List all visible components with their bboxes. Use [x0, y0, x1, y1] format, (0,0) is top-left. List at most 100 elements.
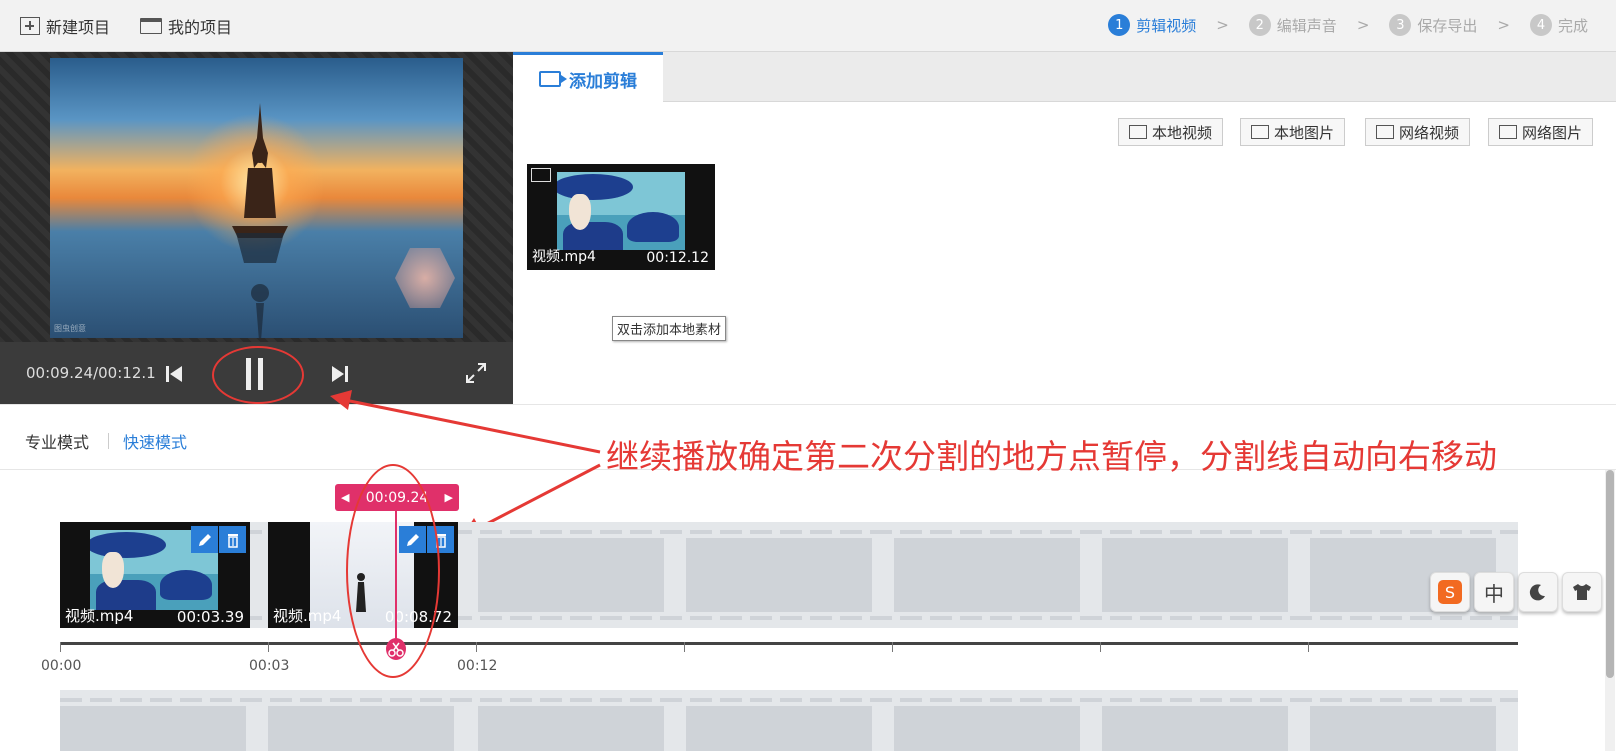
video-download-icon: [1376, 125, 1394, 139]
empty-slot: [478, 706, 664, 751]
step-progress: 1 剪辑视频 > 2 编辑声音 > 3 保存导出 > 4 完成: [1108, 14, 1588, 36]
step-label: 剪辑视频: [1136, 16, 1197, 35]
shirt-icon[interactable]: [1562, 572, 1602, 612]
caret-right-icon[interactable]: ▶: [445, 491, 453, 504]
step-edit-audio[interactable]: 2 编辑声音: [1248, 14, 1337, 36]
button-label: 网络视频: [1399, 123, 1460, 142]
empty-slot: [686, 706, 872, 751]
ruler-tick: [892, 642, 893, 652]
previous-frame-button[interactable]: [164, 364, 184, 384]
new-project-button[interactable]: 新建项目: [20, 14, 110, 38]
tooltip: 双击添加本地素材: [612, 316, 727, 341]
empty-slot: [1102, 538, 1288, 612]
step-label: 完成: [1557, 16, 1588, 35]
trash-icon: [227, 533, 238, 548]
empty-slot: [478, 538, 664, 612]
step-number: 2: [1248, 14, 1271, 36]
my-projects-button[interactable]: 我的项目: [140, 14, 232, 38]
scrollbar-thumb[interactable]: [1606, 470, 1614, 678]
ruler-tick: [268, 642, 269, 652]
clip-name: 视频.mp4: [273, 607, 342, 625]
web-image-button[interactable]: 网络图片: [1488, 118, 1594, 146]
my-projects-label: 我的项目: [168, 18, 233, 37]
moon-icon[interactable]: [1518, 572, 1558, 612]
highlight-circle: [346, 464, 440, 678]
button-label: 本地图片: [1274, 123, 1335, 142]
timeline-clip[interactable]: 视频.mp4 00:03.39: [60, 522, 250, 628]
fullscreen-icon[interactable]: [465, 362, 487, 384]
tab-label: 添加剪辑: [569, 71, 637, 92]
watermark: 图虫创意: [54, 324, 86, 333]
pencil-icon: [198, 533, 211, 546]
chevron-right-icon: >: [1497, 16, 1510, 34]
chevron-right-icon: >: [1216, 16, 1229, 34]
tick-label: 00:12: [457, 658, 498, 674]
ime-lang-button[interactable]: 中: [1474, 572, 1514, 612]
video-camera-icon: [531, 168, 551, 182]
step-done[interactable]: 4 完成: [1529, 14, 1588, 36]
edit-clip-button[interactable]: [191, 526, 218, 553]
step-label: 编辑声音: [1276, 16, 1337, 35]
clip-duration: 00:12.12: [646, 250, 709, 266]
lens-flare: [395, 248, 455, 308]
clip-thumbnail: [557, 172, 685, 250]
timeline: 视频.mp4 00:03.39 视频.mp4 00:08.72 00:00 00…: [0, 464, 1616, 751]
delete-clip-button[interactable]: [219, 526, 246, 553]
video-camera-icon: [539, 71, 567, 87]
svg-text:S: S: [1445, 583, 1455, 602]
video-preview[interactable]: 图虫创意: [50, 58, 463, 338]
timeline-ruler: [60, 642, 1518, 645]
empty-slot: [894, 538, 1080, 612]
new-project-label: 新建项目: [46, 18, 111, 37]
web-video-button[interactable]: 网络视频: [1365, 118, 1471, 146]
empty-slot: [268, 706, 454, 751]
empty-slot: [894, 706, 1080, 751]
ruler-tick: [684, 642, 685, 652]
empty-slot: [60, 706, 246, 751]
button-label: 网络图片: [1522, 123, 1583, 142]
step-label: 保存导出: [1417, 16, 1478, 35]
ruler-tick: [1308, 642, 1309, 652]
quick-mode-tab[interactable]: 快速模式: [123, 429, 187, 453]
timecode: 00:09.24/00:12.1: [26, 364, 156, 382]
ime-toolbar: S 中: [1430, 572, 1606, 612]
step-edit-video[interactable]: 1 剪辑视频: [1108, 14, 1196, 36]
clip-tools: [190, 526, 246, 553]
pro-mode-tab[interactable]: 专业模式: [25, 429, 89, 453]
local-image-button[interactable]: 本地图片: [1240, 118, 1346, 146]
step-save-export[interactable]: 3 保存导出: [1389, 14, 1477, 36]
clip-name: 视频.mp4: [532, 249, 596, 265]
media-panel: 添加剪辑 本地视频 本地图片 网络视频 网络图片 视频.mp4 00:12.12…: [513, 52, 1616, 404]
divider: [108, 433, 109, 449]
sogou-logo-icon[interactable]: S: [1430, 572, 1470, 612]
ruler-tick: [1100, 642, 1101, 652]
empty-slot: [1310, 706, 1496, 751]
tab-bar: 添加剪辑: [513, 52, 1616, 103]
image-file-icon: [1251, 125, 1269, 139]
empty-slot: [1102, 706, 1288, 751]
folder-icon: [140, 18, 162, 34]
step-number: 3: [1389, 14, 1412, 36]
chevron-right-icon: >: [1356, 16, 1370, 34]
video-file-icon: [1129, 125, 1147, 139]
step-number: 1: [1108, 14, 1131, 36]
ruler-tick: [60, 642, 61, 652]
clip-duration: 00:03.39: [176, 608, 244, 626]
highlight-circle: [212, 346, 304, 404]
tick-label: 00:00: [41, 658, 82, 674]
tick-label: 00:03: [249, 658, 290, 674]
ruler-tick: [476, 642, 477, 652]
button-label: 本地视频: [1152, 123, 1213, 142]
local-video-button[interactable]: 本地视频: [1118, 118, 1224, 146]
image-download-icon: [1499, 125, 1517, 139]
caret-left-icon[interactable]: ◀: [341, 491, 349, 504]
tab-add-clip[interactable]: 添加剪辑: [513, 52, 663, 103]
media-clip[interactable]: 视频.mp4 00:12.12: [527, 164, 715, 270]
step-number: 4: [1529, 14, 1552, 36]
video-player: 图虫创意 00:09.24/00:12.1: [0, 52, 513, 404]
figure-reflection: [236, 233, 284, 338]
empty-slot: [686, 538, 872, 612]
next-frame-button[interactable]: [330, 364, 350, 384]
player-controls: 00:09.24/00:12.1: [0, 342, 513, 404]
top-toolbar: 新建项目 我的项目 1 剪辑视频 > 2 编辑声音 > 3 保存导出 > 4 完…: [0, 0, 1616, 52]
